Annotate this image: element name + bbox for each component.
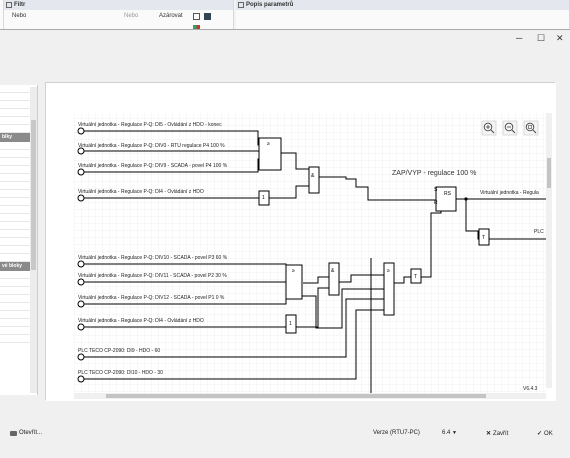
filter-icon	[6, 2, 12, 8]
junction-dot	[464, 197, 468, 201]
or-gate[interactable]	[258, 137, 282, 171]
zoom-in-icon[interactable]	[481, 120, 497, 136]
block-list-scroll-thumb[interactable]	[31, 120, 36, 270]
gate-symbol: 1	[289, 321, 292, 327]
close-button[interactable]: ✕ Zavřít	[486, 430, 508, 438]
gate-symbol: RS	[444, 191, 452, 197]
copy-icon[interactable]	[193, 13, 200, 20]
vertical-scrollbar[interactable]	[546, 113, 552, 388]
ok-button[interactable]: ✓ OK	[537, 430, 553, 438]
diagram-canvas[interactable]: ZAP/VYP - regulace 100 % Virtuální jedno…	[45, 82, 556, 401]
output-label: PLC	[534, 229, 544, 235]
horizontal-scroll-thumb[interactable]	[106, 394, 486, 398]
input-label: PLC TECO CP-2090: DI9 - HDO - 60	[78, 348, 160, 354]
input-label: Virtuální jednotka - Regulace P-Q: DIV11…	[78, 273, 227, 279]
zoom-out-icon[interactable]	[502, 120, 518, 136]
dialog-footer: Otevřít... Verze (RTU7-PC) 6.4 ▼ ✕ Zavří…	[0, 422, 570, 458]
filter-title: Filtr	[14, 2, 26, 8]
input-label: Virtuální jednotka - Regulace P-Q: DI5 -…	[78, 122, 222, 128]
input-label: Virtuální jednotka - Regulace P-Q: DIV9 …	[78, 163, 228, 169]
maximize-button[interactable]: ☐	[537, 31, 545, 45]
input-label: Virtuální jednotka - Regulace P-Q: DIV10…	[78, 255, 228, 261]
zoom-fit-icon[interactable]	[523, 120, 539, 136]
version-label: V6.4.3	[523, 386, 538, 392]
input-label: Virtuální jednotka - Regulace P-Q: DIV12…	[78, 295, 225, 301]
folder-icon	[10, 430, 17, 436]
sort-label[interactable]: Azárovat	[159, 13, 183, 19]
close-icon: ✕	[486, 431, 492, 437]
vertical-scroll-thumb[interactable]	[547, 158, 551, 188]
version-select[interactable]: 6.4 ▼	[442, 430, 457, 436]
open-button[interactable]: Otevřít...	[10, 430, 42, 436]
chevron-down-icon: ▼	[452, 430, 457, 436]
input-label: Virtuální jednotka - Regulace P-Q: DIV0 …	[78, 143, 225, 149]
check-icon: ✓	[537, 431, 543, 437]
gate-symbol: R	[434, 200, 438, 206]
gate-symbol: 1	[262, 195, 265, 201]
filter-mode[interactable]: Nebo	[12, 13, 26, 19]
minimize-button[interactable]: ─	[516, 31, 522, 45]
diagram-dialog: ─ ☐ ✕ blky vé bloky ZAP/VYP - regulace 1…	[0, 29, 570, 437]
and-gate[interactable]	[308, 166, 320, 194]
params-title: Popis parametrů	[246, 2, 294, 8]
close-window-button[interactable]: ✕	[556, 31, 564, 45]
gate-symbol: ≥	[387, 268, 390, 274]
save-icon[interactable]	[204, 13, 211, 20]
input-label: PLC TECO CP-2090: DI10 - HDO - 30	[78, 370, 163, 376]
gate-symbol: ≥	[267, 141, 270, 147]
input-label: Virtuální jednotka - Regulace P-Q: DI4 -…	[78, 318, 204, 324]
params-icon	[238, 2, 244, 8]
version-label: Verze (RTU7-PC)	[373, 430, 420, 436]
filter-mode-option: Nebo	[124, 13, 139, 19]
input-label: Virtuální jednotka - Regulace P-Q: DI4 -…	[78, 189, 204, 195]
gate-symbol: T	[482, 235, 485, 241]
output-label: Virtuální jednotka - Regula	[480, 190, 539, 196]
gate-symbol: T	[414, 274, 417, 280]
gate-symbol: ≥	[292, 268, 295, 274]
diagram-title: ZAP/VYP - regulace 100 %	[392, 170, 476, 177]
